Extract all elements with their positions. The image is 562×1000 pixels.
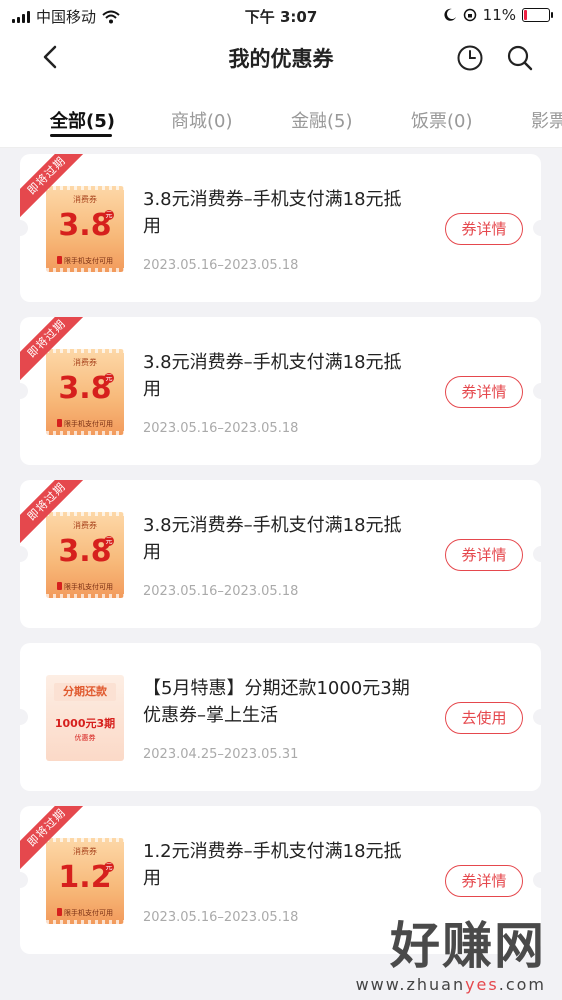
tab-finance[interactable]: 金融(5): [291, 107, 353, 133]
coupon-title: 3.8元消费券–手机支付满18元抵用: [143, 352, 402, 400]
coupon-card[interactable]: 消费券 3.8 元 限手机支付可用 即将过期 3.8元消费券–手机支付满18元抵…: [20, 154, 541, 302]
coupon-image: 消费券 3.8 元 限手机支付可用: [46, 349, 124, 435]
rotation-lock-icon: [463, 8, 476, 22]
coupon-date: 2023.05.16–2023.05.18: [143, 910, 299, 925]
coupon-image: 消费券 3.8 元 限手机支付可用: [46, 186, 124, 272]
coupon-title: 3.8元消费券–手机支付满18元抵用: [143, 515, 402, 563]
coupon-date: 2023.05.16–2023.05.18: [143, 421, 299, 436]
coupon-card[interactable]: 消费券 3.8 元 限手机支付可用 即将过期 3.8元消费券–手机支付满18元抵…: [20, 480, 541, 628]
active-tab-indicator: [50, 134, 112, 137]
coupon-image: 消费券 1.2 元 限手机支付可用: [46, 838, 124, 924]
coupon-detail-button[interactable]: 券详情: [445, 865, 523, 897]
battery-icon: [522, 8, 553, 22]
coupon-date: 2023.05.16–2023.05.18: [143, 258, 299, 273]
coupon-detail-button[interactable]: 券详情: [445, 376, 523, 408]
coupon-title: 【5月特惠】分期还款1000元3期优惠券–掌上生活: [143, 678, 410, 726]
coupon-date: 2023.04.25–2023.05.31: [143, 747, 299, 762]
coupon-date: 2023.05.16–2023.05.18: [143, 584, 299, 599]
coupon-title: 1.2元消费券–手机支付满18元抵用: [143, 841, 402, 889]
coupon-detail-button[interactable]: 券详情: [445, 213, 523, 245]
nav-bar: 我的优惠券: [0, 30, 562, 86]
search-icon[interactable]: [506, 44, 534, 72]
tab-all[interactable]: 全部(5): [50, 107, 115, 133]
clock-icon[interactable]: [456, 44, 484, 72]
coupon-image: 消费券 3.8 元 限手机支付可用: [46, 512, 124, 598]
coupon-image: 分期还款 1000元3期 优惠券: [46, 675, 124, 761]
battery-percent: 11%: [482, 6, 516, 24]
coupon-detail-button[interactable]: 券详情: [445, 539, 523, 571]
coupon-card[interactable]: 消费券 3.8 元 限手机支付可用 即将过期 3.8元消费券–手机支付满18元抵…: [20, 317, 541, 465]
coupon-card[interactable]: 分期还款 1000元3期 优惠券 【5月特惠】分期还款1000元3期优惠券–掌上…: [20, 643, 541, 791]
coupon-title: 3.8元消费券–手机支付满18元抵用: [143, 189, 402, 237]
category-tabs: 全部(5) 商城(0) 金融(5) 饭票(0) 影票: [0, 86, 562, 148]
tab-meal[interactable]: 饭票(0): [411, 107, 473, 133]
watermark: 好赚网 www.zhuanyes.com: [355, 917, 546, 994]
coupon-use-button[interactable]: 去使用: [445, 702, 523, 734]
tab-movie[interactable]: 影票: [531, 107, 562, 133]
moon-icon: [444, 8, 456, 21]
tab-mall[interactable]: 商城(0): [171, 107, 233, 133]
status-bar: 中国移动 下午 3:07 11%: [0, 0, 562, 30]
